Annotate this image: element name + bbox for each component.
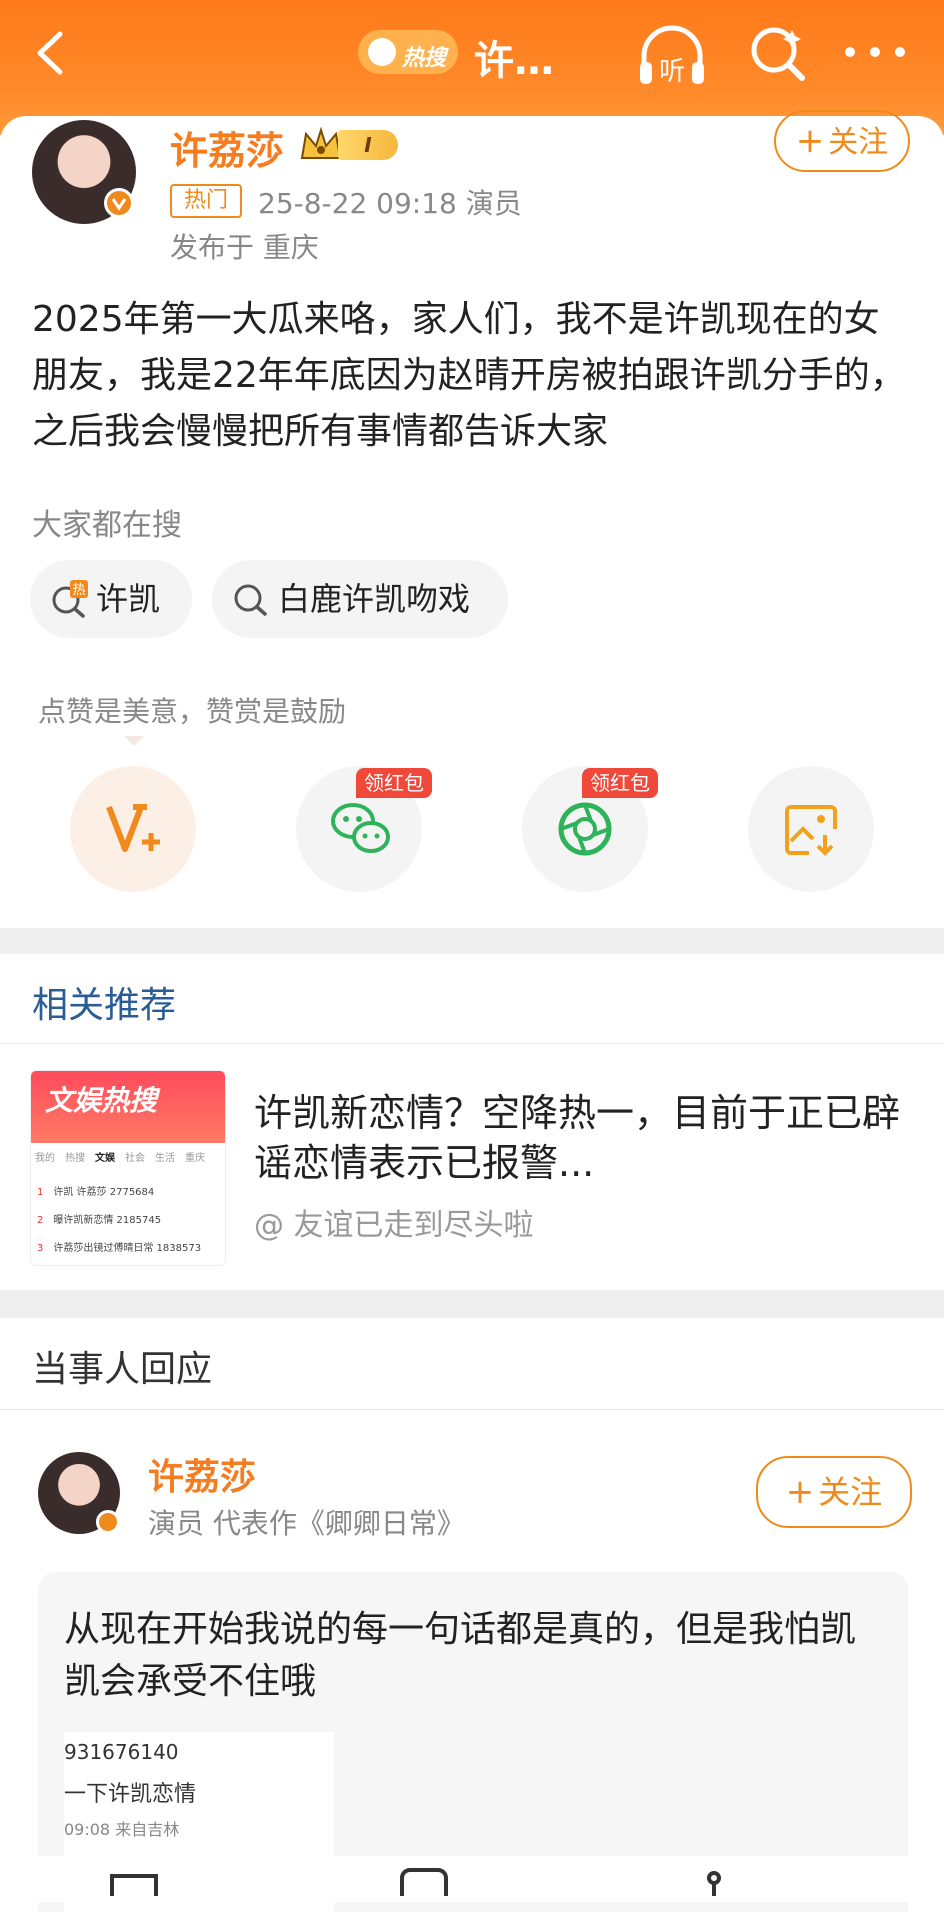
red-packet-badge: 领红包 <box>582 768 658 798</box>
recommend-author: @ 友谊已走到尽头啦 <box>254 1208 534 1243</box>
red-packet-badge: 领红包 <box>356 768 432 798</box>
thumb-row: 3 许荔莎出镜过傅晴日常 1838573 <box>37 1243 202 1254</box>
author-name[interactable]: 许荔莎 <box>170 120 284 175</box>
search-chip-xukai[interactable]: 热 许凯 <box>30 560 192 638</box>
hot-tag: 热门 <box>170 184 242 218</box>
recommend-thumbnail: 文娱热搜 我的 热搜 文娱 社会 生活 重庆 1 许凯 许荔莎 2775684 2 曝许凯… <box>30 1070 226 1266</box>
search-icon <box>234 584 267 616</box>
plus-icon: + <box>785 1472 815 1512</box>
shot-line: 931676140 <box>64 1740 179 1764</box>
save-image-icon <box>785 805 837 856</box>
search-icon[interactable] <box>748 24 808 84</box>
moments-icon <box>558 802 612 856</box>
reply-text: 从现在开始我说的每一句话都是真的，但是我怕凯凯会承受不住哦 <box>64 1609 857 1702</box>
reply-author-name[interactable]: 许荔莎 <box>148 1448 256 1500</box>
back-arrow-icon[interactable] <box>28 28 78 78</box>
thumb-row: 1 许凯 许荔莎 2775684 <box>37 1187 155 1198</box>
follow-label: 关注 <box>818 1473 883 1511</box>
thumb-tabs: 我的 热搜 文娱 社会 生活 重庆 <box>35 1153 205 1164</box>
hot-search-chip-icon: 热 <box>52 580 88 618</box>
post-location: 发布于 重庆 <box>170 231 319 264</box>
search-chip-label: 许凯 <box>96 580 161 618</box>
hot-search-icon <box>368 38 396 66</box>
recommend-title: 许凯新恋情？空降热一，目前于正已辟谣恋情表示已报警... <box>254 1091 901 1185</box>
post-card: 许荔莎 I + 关注 热门 25-8-22 09:18 演员 发布于 重庆 202… <box>0 110 944 928</box>
reply-author-subtitle: 演员 代表作《卿卿日常》 <box>148 1507 465 1540</box>
save-image-button[interactable] <box>748 766 874 892</box>
page-title: 许… <box>474 38 554 84</box>
verified-badge-icon <box>104 188 134 218</box>
trending-search-title: 大家都在搜 <box>32 508 182 543</box>
repost-icon[interactable] <box>104 1866 164 1896</box>
like-reward-button[interactable] <box>70 766 196 892</box>
follow-button[interactable]: + 关注 <box>774 110 910 172</box>
reply-follow-button[interactable]: + 关注 <box>756 1456 912 1528</box>
listen-label: 听 <box>659 57 685 87</box>
more-icon[interactable] <box>840 40 910 64</box>
search-chip-label: 白鹿许凯吻戏 <box>278 580 471 618</box>
bottom-toolbar <box>0 1856 944 1902</box>
shot-line: 09:08 来自吉林 <box>64 1820 180 1839</box>
reply-header: 当事人回应 <box>0 1318 944 1408</box>
appreciation-tip: 点赞是美意，赞赏是鼓励 <box>38 695 347 728</box>
hot-chip-badge: 热 <box>72 583 85 598</box>
hot-search-pill[interactable]: 热搜 <box>358 30 458 74</box>
shot-line: 一下许凯恋情 <box>64 1782 197 1807</box>
hot-search-label: 热搜 <box>402 46 447 71</box>
thumb-row: 2 曝许凯新恋情 2185745 <box>37 1215 162 1226</box>
tip-pointer <box>124 736 144 746</box>
related-title: 相关推荐 <box>32 985 177 1026</box>
v-plus-icon <box>106 804 160 852</box>
search-chip-bailu[interactable]: 白鹿许凯吻戏 <box>212 560 508 638</box>
like-icon[interactable] <box>694 1866 734 1896</box>
plus-icon: + <box>795 121 825 161</box>
post-text: 2025年第一大瓜来咯，家人们，我不是许凯现在的女朋友，我是22年年底因为赵晴开… <box>32 299 906 452</box>
verified-badge-icon <box>96 1510 120 1534</box>
post-meta: 25-8-22 09:18 演员 <box>258 187 522 220</box>
listen-headphones-icon[interactable]: 听 <box>636 24 708 88</box>
section-gap <box>0 1290 944 1318</box>
comment-icon[interactable] <box>394 1866 454 1896</box>
recommend-item[interactable]: 文娱热搜 我的 热搜 文娱 社会 生活 重庆 1 许凯 许荔莎 2775684 2 曝许凯… <box>0 1044 944 1288</box>
related-header: 相关推荐 <box>0 954 944 1044</box>
vip-level-badge: I <box>338 130 398 160</box>
follow-label: 关注 <box>828 125 889 160</box>
reply-card: 许荔莎 演员 代表作《卿卿日常》 + 关注 从现在开始我说的每一句话都是真的，但是… <box>0 1410 944 1912</box>
thumb-banner: 文娱热搜 <box>31 1071 225 1143</box>
section-gap <box>0 928 944 954</box>
reply-section-title: 当事人回应 <box>32 1349 213 1390</box>
wechat-icon <box>331 803 390 853</box>
